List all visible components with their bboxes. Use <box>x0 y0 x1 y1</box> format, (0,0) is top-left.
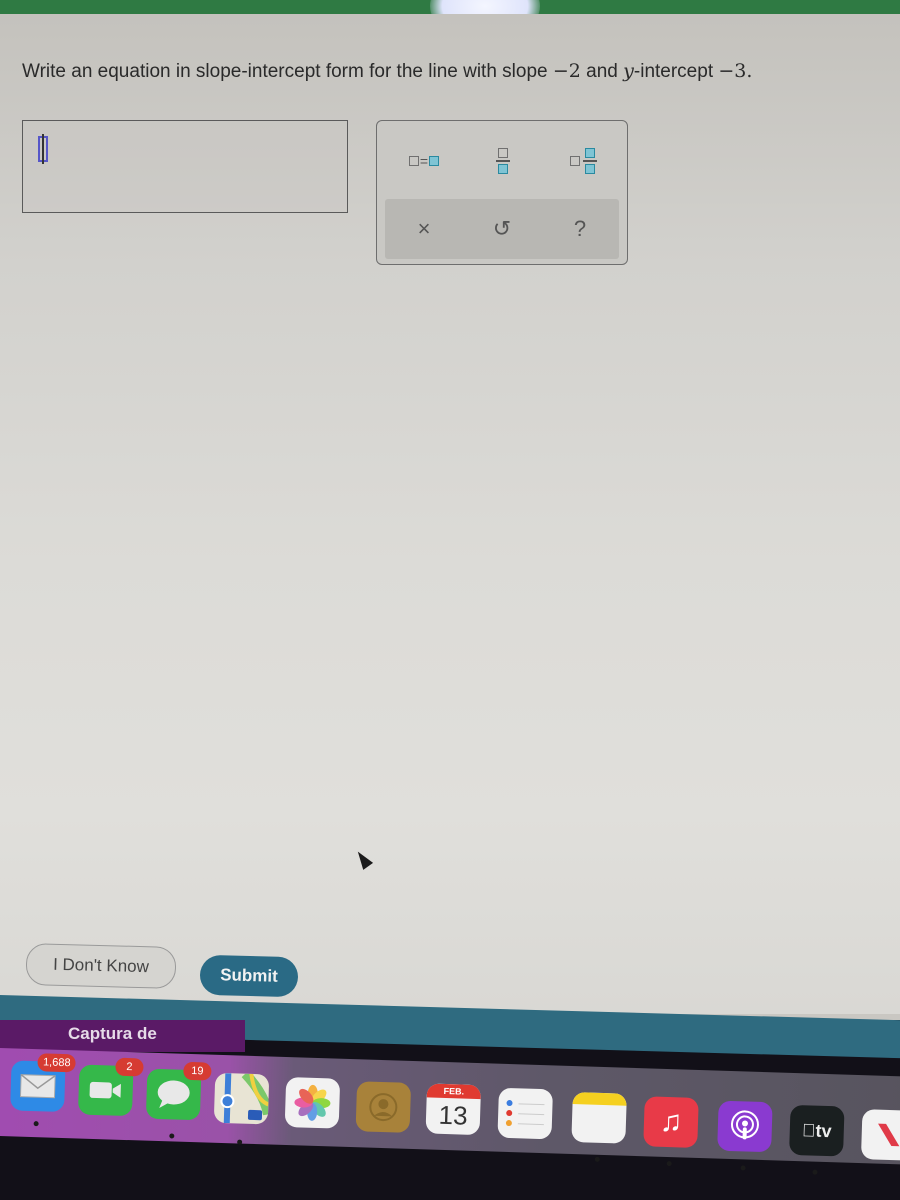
input-cursor-placeholder <box>38 134 48 164</box>
reminders-app-icon[interactable] <box>497 1087 553 1140</box>
fraction-icon <box>582 148 597 174</box>
whole-box-icon <box>569 156 580 166</box>
math-palette: = × ↺ ? <box>376 120 628 265</box>
running-indicator <box>169 1133 175 1139</box>
help-icon[interactable]: ? <box>560 216 600 242</box>
palette-controls: × ↺ ? <box>385 199 619 259</box>
thumbnail-label: Captura de <box>68 1024 157 1043</box>
contacts-app-icon[interactable] <box>355 1081 412 1133</box>
calendar-app-icon[interactable]: FEB. 13 <box>425 1083 482 1136</box>
mail-app-icon[interactable]: 1,688 <box>10 1053 76 1113</box>
maps-app-icon[interactable] <box>213 1072 270 1125</box>
mail-badge: 1,688 <box>37 1053 76 1073</box>
music-app-icon[interactable]: ♫ <box>643 1096 699 1148</box>
answer-input[interactable] <box>22 120 348 213</box>
messages-app-icon[interactable]: 19 <box>145 1061 212 1121</box>
question-prefix: Write an equation in slope-intercept for… <box>22 61 553 82</box>
submit-button[interactable]: Submit <box>199 954 299 998</box>
fraction-icon <box>496 148 510 174</box>
filled-box-icon <box>429 156 440 166</box>
podcasts-app-icon[interactable] <box>717 1100 773 1153</box>
screenshot-thumbnail[interactable]: Captura de <box>0 1020 245 1052</box>
question-middle: and <box>580 61 624 82</box>
undo-icon[interactable]: ↺ <box>482 216 522 242</box>
news-app-icon[interactable] <box>860 1109 900 1161</box>
intercept-value: −3. <box>718 60 753 82</box>
mixed-number-template-button[interactable] <box>561 141 605 181</box>
running-indicator <box>33 1121 39 1127</box>
slope-value: −2 <box>552 60 581 82</box>
question-suffix: -intercept <box>633 61 719 82</box>
photos-app-icon[interactable] <box>284 1077 341 1129</box>
y-variable: y <box>623 60 634 82</box>
notes-app-icon[interactable] <box>571 1092 627 1144</box>
empty-box-icon <box>408 156 419 166</box>
messages-badge: 19 <box>183 1061 212 1081</box>
question-page: Write an equation in slope-intercept for… <box>0 14 900 1014</box>
fraction-template-button[interactable] <box>485 141 521 181</box>
equals-icon: = <box>419 153 429 169</box>
facetime-app-icon[interactable]: 2 <box>77 1057 144 1117</box>
calendar-day: 13 <box>438 1099 469 1131</box>
clear-icon[interactable]: × <box>404 216 444 242</box>
calendar-month: FEB. <box>426 1083 482 1100</box>
facetime-badge: 2 <box>115 1057 144 1077</box>
equation-template-button[interactable]: = <box>399 141 449 181</box>
question-text: Write an equation in slope-intercept for… <box>22 60 752 83</box>
dont-know-button[interactable]: I Don't Know <box>25 943 177 989</box>
tv-app-icon[interactable]: tv <box>789 1104 845 1157</box>
